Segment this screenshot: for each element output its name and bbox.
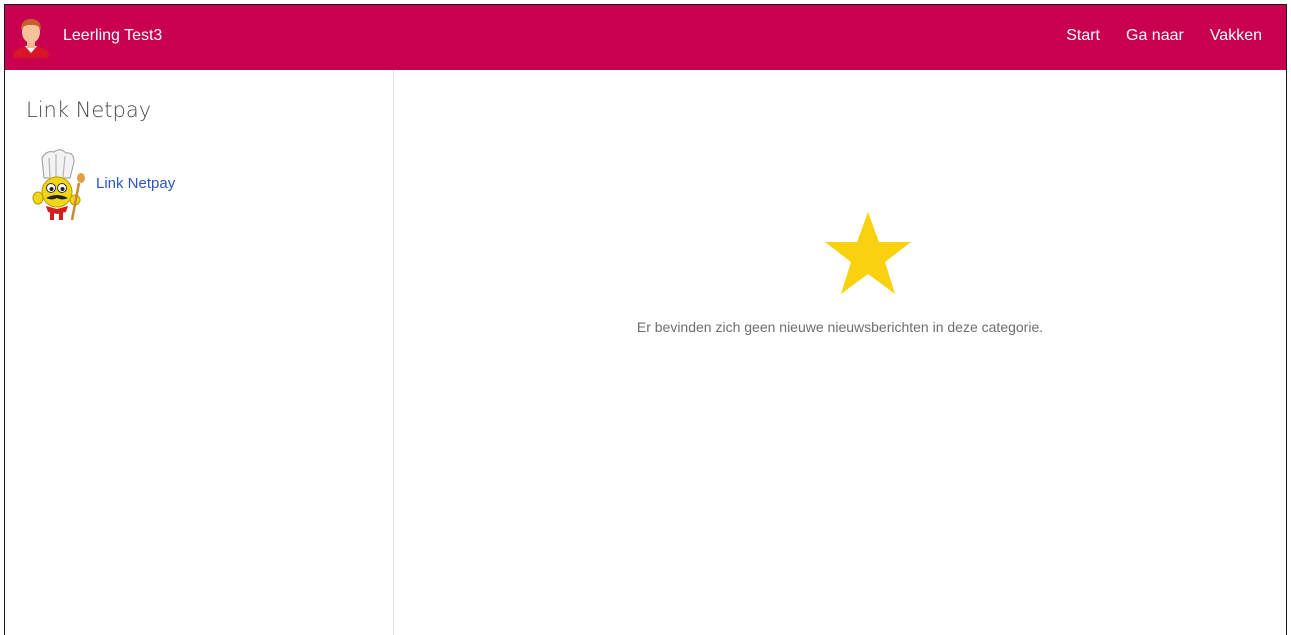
sidebar: Link Netpay Link Netpay <box>5 70 394 635</box>
nav-ga-naar[interactable]: Ga naar <box>1126 27 1184 45</box>
star-icon <box>825 212 911 294</box>
chef-mascot-icon[interactable] <box>26 148 98 228</box>
top-navigation-bar: Leerling Test3 Start Ga naar Vakken <box>5 5 1286 70</box>
user-name[interactable]: Leerling Test3 <box>63 27 162 45</box>
main-nav: Start Ga naar Vakken <box>1066 27 1262 45</box>
link-netpay-label[interactable]: Link Netpay <box>96 175 175 192</box>
main-content: Er bevinden zich geen nieuwe nieuwsberic… <box>394 70 1286 635</box>
nav-start[interactable]: Start <box>1066 27 1100 45</box>
empty-news-message: Er bevinden zich geen nieuwe nieuwsberic… <box>636 319 1044 335</box>
sidebar-title: Link Netpay <box>26 98 152 122</box>
link-netpay-item[interactable]: Link Netpay <box>26 148 246 228</box>
student-avatar-icon <box>13 19 49 58</box>
app-frame: Leerling Test3 Start Ga naar Vakken Link… <box>4 4 1287 635</box>
nav-vakken[interactable]: Vakken <box>1210 27 1262 45</box>
